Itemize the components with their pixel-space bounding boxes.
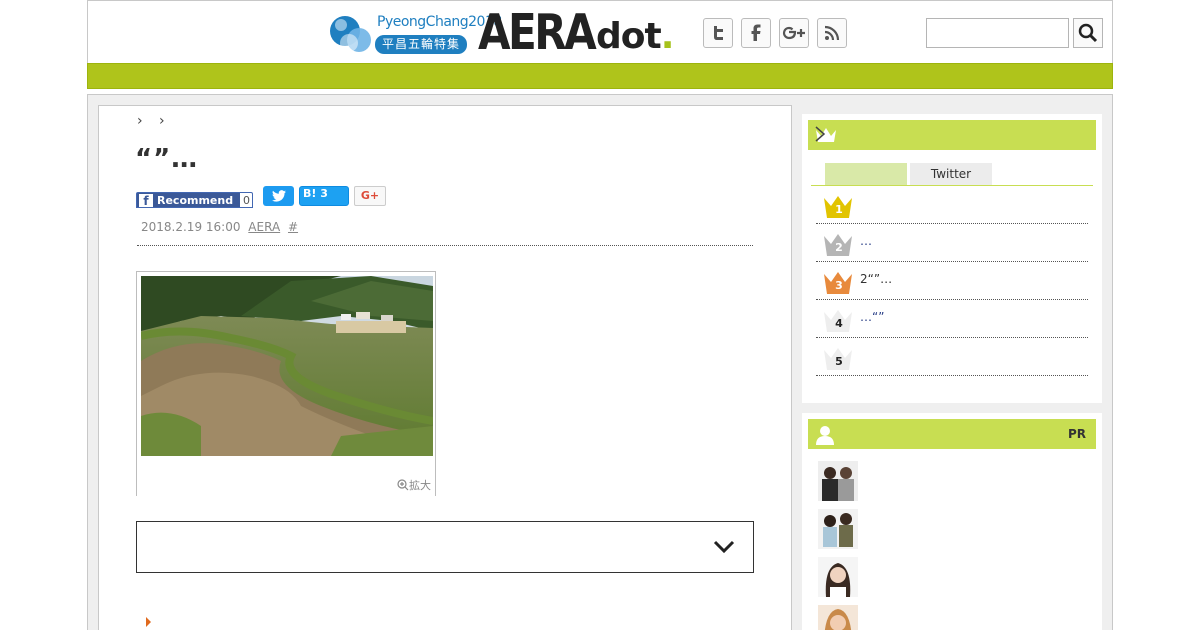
woman-portrait-photo bbox=[818, 605, 858, 630]
hatena-label: B! bbox=[303, 187, 317, 200]
rank-number: 5 bbox=[835, 355, 843, 368]
paragraph-1 bbox=[456, 274, 756, 299]
rank-number: 2 bbox=[835, 241, 843, 254]
pr-panel: PR bbox=[802, 413, 1102, 630]
pr-thumbnail[interactable] bbox=[818, 605, 858, 630]
nav-bar bbox=[87, 63, 1113, 89]
tweet-button[interactable] bbox=[263, 186, 294, 206]
pr-thumbnail[interactable] bbox=[818, 461, 858, 501]
pr-thumbnail[interactable] bbox=[818, 509, 858, 549]
rank-number: 4 bbox=[835, 317, 843, 330]
pr-label: PR bbox=[1067, 427, 1086, 441]
chevron-down-icon bbox=[713, 540, 735, 554]
hatena-count: 3 bbox=[320, 187, 328, 200]
facebook-button[interactable] bbox=[741, 18, 771, 48]
rank-number: 3 bbox=[835, 279, 843, 292]
logo-period: . bbox=[660, 16, 675, 57]
site-header: PyeongChang2018 平昌五輪特集 AERA dot. bbox=[87, 0, 1113, 63]
zoom-in-icon bbox=[397, 479, 409, 491]
rice-terrace-photo bbox=[141, 276, 433, 456]
article-date: 2018.2.19 16:00 bbox=[141, 220, 241, 234]
ranking-row[interactable]: 2 … bbox=[816, 224, 1088, 262]
facebook-recommend-count: 0 bbox=[240, 193, 252, 207]
rss-icon bbox=[824, 25, 840, 41]
ranking-row[interactable]: 3 2“”… bbox=[816, 262, 1088, 300]
google-plus-button[interactable] bbox=[779, 18, 809, 48]
hatena-bookmark-button[interactable]: B! 3 bbox=[299, 186, 349, 206]
rank-number: 1 bbox=[835, 203, 843, 216]
tab-ranking-twitter[interactable]: Twitter bbox=[910, 163, 992, 185]
search-input[interactable] bbox=[926, 18, 1069, 48]
meta-divider bbox=[137, 245, 753, 246]
chevron-right-icon[interactable] bbox=[815, 126, 825, 142]
pyeongchang-banner[interactable]: PyeongChang2018 平昌五輪特集 bbox=[329, 11, 502, 57]
article-tag-link[interactable]: # bbox=[288, 220, 298, 234]
ranking-row[interactable]: 4 …“” bbox=[816, 300, 1088, 338]
article-headline: “”… bbox=[135, 144, 199, 174]
article-body bbox=[456, 274, 756, 449]
woman-portrait-photo bbox=[818, 557, 858, 597]
twitter-icon bbox=[714, 26, 723, 40]
breadcrumb[interactable]: › › bbox=[137, 113, 171, 129]
facebook-recommend-button[interactable]: f Recommend 0 bbox=[136, 192, 253, 208]
read-more-button[interactable] bbox=[136, 521, 754, 573]
site-logo[interactable]: AERA bbox=[478, 5, 597, 61]
person-icon bbox=[816, 426, 834, 445]
rank-title[interactable]: …“” bbox=[860, 310, 884, 324]
search-icon bbox=[1078, 23, 1098, 43]
text-fade-overlay bbox=[454, 461, 764, 501]
google-plus-icon bbox=[782, 26, 805, 40]
article-meta: 2018.2.19 16:00 AERA # bbox=[141, 220, 298, 234]
google-plus-share-button[interactable]: G+ bbox=[354, 186, 386, 206]
twitter-button[interactable] bbox=[703, 18, 733, 48]
facebook-icon bbox=[751, 24, 761, 41]
photo-enlarge-label: 拡大 bbox=[409, 479, 431, 492]
article-photo-frame[interactable]: 拡大 bbox=[136, 271, 436, 496]
ranking-header[interactable] bbox=[808, 120, 1096, 150]
two-people-photo bbox=[818, 461, 858, 501]
photo-enlarge-link[interactable]: 拡大 bbox=[397, 477, 431, 493]
site-logo-sub[interactable]: dot. bbox=[596, 15, 675, 59]
twitter-bird-icon bbox=[271, 190, 286, 202]
tab-ranking-access[interactable] bbox=[825, 163, 907, 185]
rank-title[interactable]: … bbox=[860, 234, 872, 248]
search-button[interactable] bbox=[1073, 18, 1103, 48]
article-panel: › › “”… f Recommend 0 B! 3 G+ 2018.2.19 1… bbox=[98, 105, 792, 630]
two-people-photo bbox=[818, 509, 858, 549]
facebook-recommend-label: Recommend bbox=[157, 194, 234, 207]
rank-title[interactable]: 2“”… bbox=[860, 272, 892, 286]
facebook-icon: f bbox=[139, 194, 153, 207]
paragraph-3 bbox=[456, 349, 756, 424]
article-photo[interactable] bbox=[141, 276, 433, 456]
pr-header: PR bbox=[808, 419, 1096, 449]
rss-button[interactable] bbox=[817, 18, 847, 48]
ranking-tabs: Twitter bbox=[811, 162, 1093, 186]
olympic-badge: 平昌五輪特集 bbox=[375, 35, 467, 54]
ranking-row[interactable]: 1 bbox=[816, 186, 1088, 224]
article-source-link[interactable]: AERA bbox=[248, 220, 280, 234]
olympic-circles-icon bbox=[330, 16, 371, 52]
pr-thumbnail[interactable] bbox=[818, 557, 858, 597]
logo-sub-text: dot bbox=[596, 16, 662, 57]
ranking-panel: Twitter 1 2 … 3 2“”… 4 …“” 5 bbox=[802, 114, 1102, 403]
triangle-bullet-icon bbox=[146, 617, 151, 627]
ranking-row[interactable]: 5 bbox=[816, 338, 1088, 376]
